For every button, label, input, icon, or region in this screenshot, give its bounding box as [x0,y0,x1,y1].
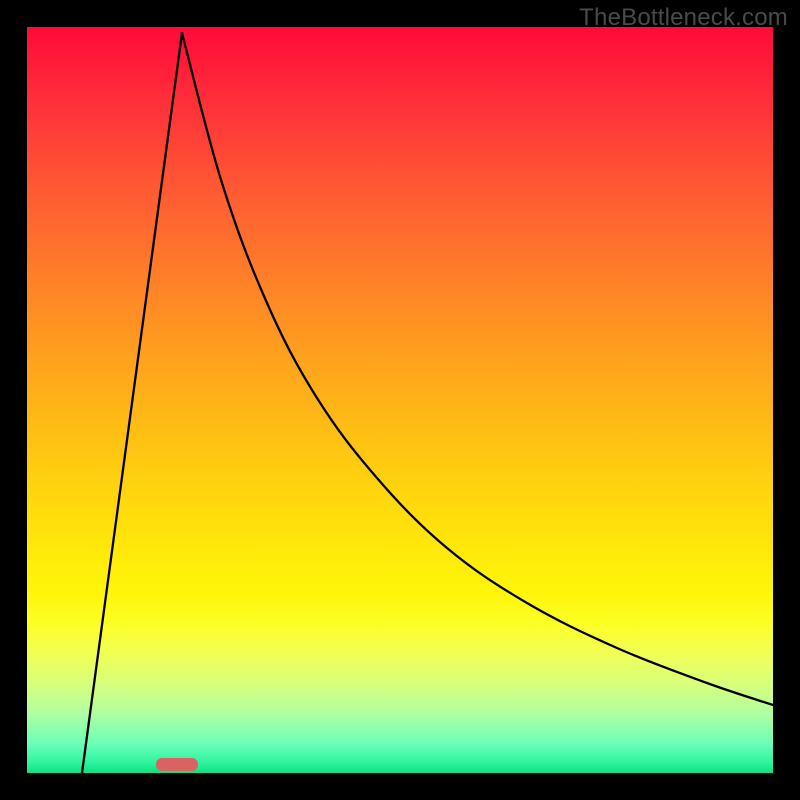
optimal-marker [156,758,198,771]
left-line-series [82,33,182,773]
right-curve-series [182,33,773,705]
chart-curves [27,27,773,773]
chart-frame: TheBottleneck.com [0,0,800,800]
watermark-text: TheBottleneck.com [579,4,788,32]
plot-area [27,27,773,773]
